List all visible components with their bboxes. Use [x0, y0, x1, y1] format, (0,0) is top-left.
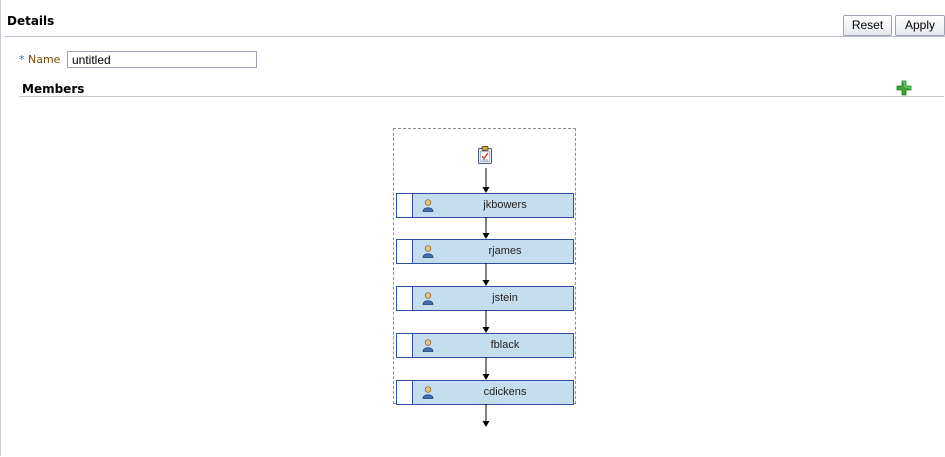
name-label: Name	[28, 53, 61, 66]
flow-arrow	[482, 404, 490, 427]
details-title: Details	[7, 14, 55, 28]
member-handle	[397, 240, 413, 263]
member-name: jstein	[492, 292, 518, 304]
member-node-cdickens[interactable]: cdickens	[396, 380, 574, 405]
flow-arrow	[482, 168, 490, 193]
member-handle	[397, 287, 413, 310]
member-name: jkbowers	[483, 199, 527, 211]
member-name: rjames	[488, 245, 522, 257]
member-handle	[397, 381, 413, 404]
user-icon	[422, 339, 434, 352]
member-name: cdickens	[483, 386, 527, 398]
task-clipboard-icon	[478, 146, 492, 164]
user-icon	[422, 386, 434, 399]
members-title: Members	[22, 82, 85, 96]
details-panel: Details Reset Apply * Name Members jkbow…	[0, 0, 945, 456]
member-node-fblack[interactable]: fblack	[396, 333, 574, 358]
name-field[interactable]	[67, 51, 257, 68]
reset-button[interactable]: Reset	[843, 15, 892, 36]
user-icon	[422, 292, 434, 305]
user-icon	[422, 245, 434, 258]
user-icon	[422, 199, 434, 212]
member-node-jkbowers[interactable]: jkbowers	[396, 193, 574, 218]
member-node-jstein[interactable]: jstein	[396, 286, 574, 311]
member-handle	[397, 334, 413, 357]
flow-arrow	[482, 263, 490, 286]
flow-arrow	[482, 357, 490, 380]
member-node-rjames[interactable]: rjames	[396, 239, 574, 264]
details-divider	[5, 36, 945, 37]
flow-arrow	[482, 217, 490, 239]
member-handle	[397, 194, 413, 217]
required-marker: *	[19, 53, 25, 66]
member-name: fblack	[490, 339, 520, 351]
members-divider	[19, 96, 944, 97]
apply-button[interactable]: Apply	[895, 15, 945, 36]
flow-arrow	[482, 310, 490, 333]
add-member-icon[interactable]	[896, 80, 912, 96]
